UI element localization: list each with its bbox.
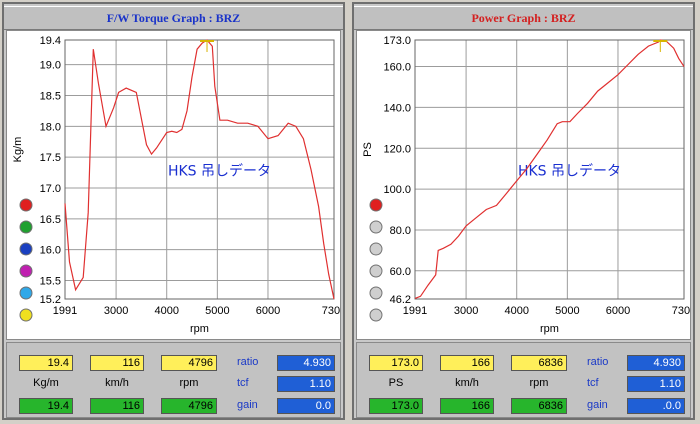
y-tick-label: 46.2 bbox=[390, 294, 411, 306]
y-tick-label: 80.0 bbox=[390, 225, 411, 237]
ratio-field[interactable]: 4.930 bbox=[627, 355, 685, 371]
y-tick-label: 60.0 bbox=[390, 266, 411, 278]
unit-label-speed: km/h bbox=[455, 377, 479, 389]
y-tick-label: 15.5 bbox=[40, 276, 61, 288]
x-tick-label: 5000 bbox=[205, 305, 229, 317]
ratio-label: ratio bbox=[237, 356, 259, 368]
y-tick-label: 120.0 bbox=[383, 143, 411, 155]
gain-label: gain bbox=[237, 399, 258, 411]
indicator-lamp-icon bbox=[369, 264, 383, 278]
y-tick-label: 19.0 bbox=[40, 60, 61, 72]
speed-value-bottom: 116 bbox=[90, 398, 144, 414]
torque-plot-area: 1991 3000 4000 5000 6000 7304 19.4 19.0 18.5 18.0… bbox=[6, 30, 341, 340]
indicator-lamp-icon bbox=[369, 242, 383, 256]
speed-value-bottom: 166 bbox=[440, 398, 494, 414]
ratio-field[interactable]: 4.930 bbox=[277, 355, 335, 371]
y-tick-label: 17.0 bbox=[40, 183, 61, 195]
x-tick-label: 3000 bbox=[454, 305, 478, 317]
indicator-lamp-icon bbox=[369, 308, 383, 322]
unit-label-rpm: rpm bbox=[179, 377, 199, 389]
tcf-field[interactable]: 1.10 bbox=[627, 376, 685, 392]
indicator-lamp-icon bbox=[369, 286, 383, 300]
power-graph-panel: Power Graph : BRZ 1991 3000 4000 5000 6000 73… bbox=[352, 2, 695, 420]
unit-label-rpm: rpm bbox=[529, 377, 549, 389]
power-chart: 1991 3000 4000 5000 6000 7304 173.0 160.0 140.0 1… bbox=[362, 35, 690, 335]
x-axis-label: rpm bbox=[190, 323, 209, 335]
overlay-note: HKS 吊しデータ bbox=[518, 163, 621, 180]
rpm-value-top: 4796 bbox=[161, 355, 217, 371]
x-tick-label: 7304 bbox=[672, 305, 690, 317]
torque-chart: 1991 3000 4000 5000 6000 7304 19.4 19.0 18.5 18.0… bbox=[12, 35, 340, 335]
unit-label-torque: Kg/m bbox=[33, 377, 59, 389]
x-tick-label: 3000 bbox=[104, 305, 128, 317]
y-tick-label: 17.5 bbox=[40, 152, 61, 164]
y-tick-label: 18.5 bbox=[40, 91, 61, 103]
indicator-lamp-icon bbox=[19, 198, 33, 212]
speed-value-top: 166 bbox=[440, 355, 494, 371]
indicator-lamp-icon bbox=[19, 286, 33, 300]
indicator-lamp-icon bbox=[369, 198, 383, 212]
rpm-value-top: 6836 bbox=[511, 355, 567, 371]
unit-label-speed: km/h bbox=[105, 377, 129, 389]
tcf-field[interactable]: 1.10 bbox=[277, 376, 335, 392]
y-tick-label: 15.2 bbox=[40, 294, 61, 306]
panel-title: Power Graph : BRZ bbox=[354, 6, 693, 30]
y-tick-label: 16.5 bbox=[40, 214, 61, 226]
y-tick-label: 173.0 bbox=[383, 35, 411, 47]
y-tick-label: 19.4 bbox=[40, 35, 61, 47]
torque-value-bottom: 19.4 bbox=[19, 398, 73, 414]
x-tick-label: 7304 bbox=[322, 305, 340, 317]
torque-value-top: 19.4 bbox=[19, 355, 73, 371]
torque-graph-panel: F/W Torque Graph : BRZ 1991 3000 4000 5000 6… bbox=[2, 2, 345, 420]
indicator-lamp-icon bbox=[19, 264, 33, 278]
gain-label: gain bbox=[587, 399, 608, 411]
x-tick-label: 1991 bbox=[53, 305, 77, 317]
y-tick-label: 16.0 bbox=[40, 245, 61, 257]
power-plot-area: 1991 3000 4000 5000 6000 7304 173.0 160.0 140.0 1… bbox=[356, 30, 691, 340]
power-value-top: 173.0 bbox=[369, 355, 423, 371]
power-readout-panel: 173.0 166 6836 PS km/h rpm 173.0 166 683… bbox=[356, 342, 691, 418]
y-tick-label: 100.0 bbox=[383, 184, 411, 196]
speed-value-top: 116 bbox=[90, 355, 144, 371]
x-tick-label: 4000 bbox=[504, 305, 528, 317]
gain-field[interactable]: .0.0 bbox=[627, 398, 685, 414]
x-tick-label: 5000 bbox=[555, 305, 579, 317]
x-axis-label: rpm bbox=[540, 323, 559, 335]
x-tick-label: 4000 bbox=[154, 305, 178, 317]
indicator-lamp-icon bbox=[369, 220, 383, 234]
y-axis-label: PS bbox=[362, 142, 374, 157]
panel-title: F/W Torque Graph : BRZ bbox=[4, 6, 343, 30]
overlay-note: HKS 吊しデータ bbox=[168, 163, 271, 180]
x-tick-label: 6000 bbox=[606, 305, 630, 317]
x-tick-label: 1991 bbox=[403, 305, 427, 317]
unit-label-power: PS bbox=[388, 377, 404, 389]
y-tick-label: 140.0 bbox=[383, 102, 411, 114]
rpm-value-bottom: 4796 bbox=[161, 398, 217, 414]
indicator-lamp-icon bbox=[19, 308, 33, 322]
x-tick-label: 6000 bbox=[256, 305, 280, 317]
gain-field[interactable]: 0.0 bbox=[277, 398, 335, 414]
tcf-label: tcf bbox=[237, 377, 249, 389]
tcf-label: tcf bbox=[587, 377, 599, 389]
ratio-label: ratio bbox=[587, 356, 609, 368]
y-axis-label: Kg/m bbox=[12, 137, 24, 163]
indicator-lamp-icon bbox=[19, 242, 33, 256]
y-tick-label: 160.0 bbox=[383, 62, 411, 74]
y-tick-label: 18.0 bbox=[40, 121, 61, 133]
power-value-bottom: 173.0 bbox=[369, 398, 423, 414]
torque-readout-panel: 19.4 116 4796 Kg/m km/h rpm 19.4 116 479… bbox=[6, 342, 341, 418]
rpm-value-bottom: 6836 bbox=[511, 398, 567, 414]
indicator-lamp-icon bbox=[19, 220, 33, 234]
